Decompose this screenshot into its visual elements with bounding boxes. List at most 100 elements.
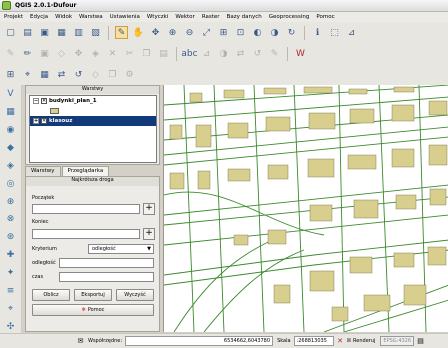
menu-help[interactable]: Pomoc [316, 14, 334, 20]
layer-item-klasouz[interactable]: + ✕ klasouz [30, 116, 156, 126]
pin-label-icon[interactable]: ⊿ [200, 47, 213, 60]
new-spatialite-icon[interactable]: ✦ [4, 267, 17, 280]
layer-visibility-checkbox[interactable]: ✕ [41, 98, 47, 104]
tab-browser[interactable]: Przeglądarka [61, 166, 110, 176]
new-project-icon[interactable]: ▢ [4, 26, 17, 39]
map-canvas[interactable] [163, 85, 448, 332]
current-edits-icon[interactable]: ✎ [4, 47, 17, 60]
add-raster-icon[interactable]: ▦ [4, 106, 17, 119]
cut-features-icon[interactable]: ✂ [123, 47, 136, 60]
select-icon[interactable]: ⬚ [328, 26, 341, 39]
rotate-icon[interactable]: ↺ [72, 68, 85, 81]
toggle-editing-icon[interactable]: ✏ [21, 47, 34, 60]
distance-field[interactable] [59, 258, 154, 268]
menu-database[interactable]: Bazy danych [227, 14, 262, 20]
tab-layers[interactable]: Warstwy [25, 166, 61, 176]
log-icon[interactable]: ▤ [416, 337, 425, 346]
layer-name: budynki_plan_1 [49, 98, 97, 104]
zoom-last-icon[interactable]: ◐ [251, 26, 264, 39]
zoom-out-icon[interactable]: ⊖ [183, 26, 196, 39]
rotate-label-icon[interactable]: ↺ [251, 47, 264, 60]
building [273, 284, 291, 304]
scale-field[interactable]: :268813035 [293, 336, 334, 346]
wms-icon[interactable]: W [294, 47, 307, 60]
change-icon[interactable]: ◇ [89, 68, 102, 81]
end-point-field[interactable] [32, 229, 140, 239]
add-geonode-icon[interactable]: ✣ [4, 320, 17, 333]
layer-item-budynki[interactable]: − ✕ budynki_plan_1 [30, 96, 156, 106]
zoom-layer-icon[interactable]: ⊞ [217, 26, 230, 39]
menu-vector[interactable]: Wektor [175, 14, 194, 20]
gps-icon[interactable]: ⌖ [4, 302, 17, 315]
stop-render-icon[interactable]: ✕ [336, 337, 345, 346]
move-label-icon[interactable]: ⇄ [234, 47, 247, 60]
calculate-button[interactable]: Oblicz [32, 289, 70, 301]
change-label-icon[interactable]: ✎ [268, 47, 281, 60]
menu-project[interactable]: Projekt [4, 14, 23, 20]
add-vector-icon[interactable]: V [4, 88, 17, 101]
menu-plugins[interactable]: Wtyczki [147, 14, 168, 20]
add-oracle-icon[interactable]: ◎ [4, 177, 17, 190]
show-label-icon[interactable]: ◑ [217, 47, 230, 60]
menu-settings[interactable]: Ustawienia [110, 14, 140, 20]
add-feature-icon[interactable]: ◇ [55, 47, 68, 60]
zoom-selection-icon[interactable]: ⊡ [234, 26, 247, 39]
menu-geoprocessing[interactable]: Geoprocessing [269, 14, 310, 20]
paste-features-icon[interactable]: ▤ [157, 47, 170, 60]
refresh-icon[interactable]: ↻ [285, 26, 298, 39]
help-button[interactable]: ✻ Pomoc [32, 304, 154, 316]
start-point-field[interactable] [32, 204, 140, 214]
new-shapefile-icon[interactable]: ✚ [4, 249, 17, 262]
add-wfs-icon[interactable]: ⊛ [4, 231, 17, 244]
save-edits-icon[interactable]: ▣ [38, 47, 51, 60]
zoom-full-icon[interactable]: ⤢ [200, 26, 213, 39]
highlight-icon[interactable]: ▦ [38, 68, 51, 81]
add-mssql-icon[interactable]: ◈ [4, 159, 17, 172]
save-project-icon[interactable]: ▣ [38, 26, 51, 39]
export-button[interactable]: Eksportuj [74, 289, 112, 301]
expander-icon[interactable]: − [33, 98, 39, 104]
clear-button[interactable]: Wyczyść [116, 289, 154, 301]
render-checkbox[interactable]: ☒ [347, 338, 351, 344]
zoom-in-icon[interactable]: ⊕ [166, 26, 179, 39]
expander-icon[interactable]: + [33, 118, 39, 124]
add-wcs-icon[interactable]: ⊗ [4, 213, 17, 226]
move-icon[interactable]: ⇄ [55, 68, 68, 81]
building [169, 172, 185, 190]
pick-start-button[interactable]: + [143, 203, 155, 215]
label-settings-icon[interactable]: ⚙ [123, 68, 136, 81]
menu-layer[interactable]: Warstwa [79, 14, 103, 20]
menu-view[interactable]: Widok [55, 14, 72, 20]
add-postgis-icon[interactable]: ◉ [4, 124, 17, 137]
zoom-next-icon[interactable]: ◑ [268, 26, 281, 39]
print-composer-icon[interactable]: ▥ [72, 26, 85, 39]
add-wms-icon[interactable]: ⊕ [4, 195, 17, 208]
node-tool-icon[interactable]: ◈ [89, 47, 102, 60]
pick-end-button[interactable]: + [143, 228, 155, 240]
pin-icon[interactable]: ⌖ [21, 68, 34, 81]
add-spatialite-icon[interactable]: ◆ [4, 142, 17, 155]
identify-icon[interactable]: ℹ [311, 26, 324, 39]
touch-zoom-icon[interactable]: ✎ [115, 26, 128, 39]
composer-manager-icon[interactable]: ▧ [89, 26, 102, 39]
message-icon[interactable]: ✉ [76, 337, 85, 346]
time-field[interactable] [59, 272, 154, 282]
delete-selected-icon[interactable]: ✕ [106, 47, 119, 60]
coords-field[interactable]: 6534662,6043780 [125, 336, 274, 346]
label-icon[interactable]: abc [181, 47, 197, 60]
copy-features-icon[interactable]: ❐ [140, 47, 153, 60]
pan-to-selection-icon[interactable]: ✥ [149, 26, 162, 39]
move-feature-icon[interactable]: ✥ [72, 47, 85, 60]
menu-edit[interactable]: Edycja [30, 14, 48, 20]
pan-icon[interactable]: ✋ [132, 26, 145, 39]
measure-icon[interactable]: ⊿ [345, 26, 358, 39]
criterion-select[interactable]: odległość ▼ [88, 244, 154, 254]
add-delimited-icon[interactable]: ≡ [4, 284, 17, 297]
save-as-icon[interactable]: ▦ [55, 26, 68, 39]
menu-raster[interactable]: Raster [202, 14, 220, 20]
layer-label-icon[interactable]: ⊞ [4, 68, 17, 81]
open-project-icon[interactable]: ▤ [21, 26, 34, 39]
crs-status[interactable]: EPSG:4326 [380, 336, 415, 346]
layer-visibility-checkbox[interactable]: ✕ [41, 118, 47, 124]
copy-icon[interactable]: ❐ [106, 68, 119, 81]
